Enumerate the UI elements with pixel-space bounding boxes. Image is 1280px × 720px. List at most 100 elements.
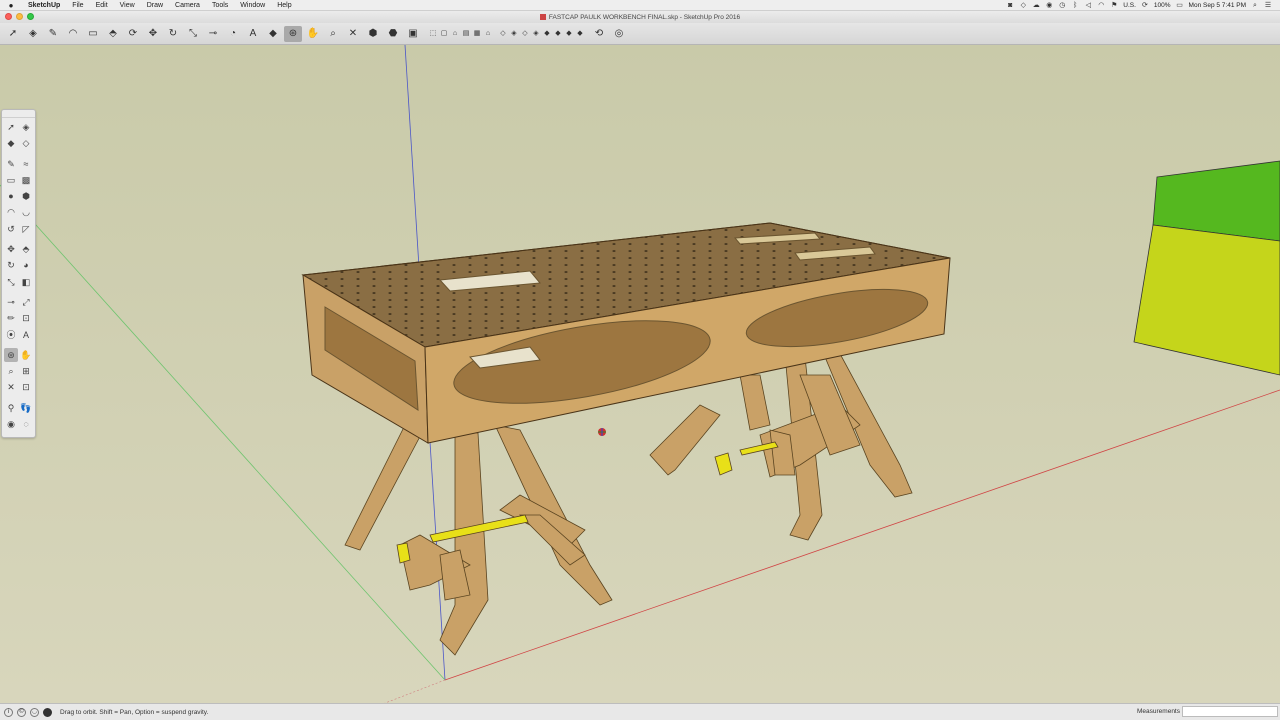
- palette-tool-13-0-icon[interactable]: ⊛: [4, 347, 18, 362]
- standard-view-button-3[interactable]: ▤: [461, 26, 471, 42]
- paint-bucket-tool-button[interactable]: ◆: [264, 26, 282, 42]
- palette-tool-11-1-icon[interactable]: ⊡: [19, 311, 33, 325]
- standard-view-button-1[interactable]: ▢: [439, 26, 449, 42]
- sync-icon[interactable]: ⟳: [1141, 2, 1149, 9]
- credits-icon[interactable]: ©: [17, 707, 26, 717]
- menu-edit[interactable]: Edit: [90, 0, 114, 11]
- maximize-window-button[interactable]: [27, 13, 34, 20]
- face-style-button-1[interactable]: ◈: [509, 26, 519, 42]
- geo-location-icon[interactable]: i: [4, 707, 13, 717]
- spotlight-icon[interactable]: ⌕: [1251, 2, 1259, 9]
- menu-draw[interactable]: Draw: [141, 0, 169, 11]
- measurements-input[interactable]: [1182, 706, 1278, 717]
- palette-tool-4-0-icon[interactable]: ●: [4, 189, 18, 203]
- palette-tool-17-1-icon[interactable]: ◌: [19, 417, 33, 431]
- dropbox-icon[interactable]: ◇: [1019, 2, 1027, 9]
- menu-file[interactable]: File: [66, 0, 89, 11]
- extension-warehouse-tool-button[interactable]: ⬣: [384, 26, 402, 42]
- tape-measure-tool-button[interactable]: ⊸: [204, 26, 222, 42]
- face-style-button-4[interactable]: ◆: [542, 26, 552, 42]
- palette-tool-2-1-icon[interactable]: ≈: [19, 157, 33, 171]
- palette-tool-12-0-icon[interactable]: ⦿: [4, 328, 18, 342]
- palette-tool-7-0-icon[interactable]: ✥: [4, 242, 18, 256]
- menu-app-name[interactable]: SketchUp: [22, 0, 66, 11]
- face-style-button-6[interactable]: ◆: [564, 26, 574, 42]
- arc-tool-button[interactable]: ◠: [64, 26, 82, 42]
- palette-tool-4-1-icon[interactable]: ⬢: [19, 189, 33, 203]
- palette-tool-2-0-icon[interactable]: ✎: [4, 157, 18, 171]
- bluetooth-icon[interactable]: ᛒ: [1071, 2, 1079, 9]
- volume-icon[interactable]: ◁: [1084, 2, 1092, 9]
- menu-window[interactable]: Window: [234, 0, 271, 11]
- standard-view-button-5[interactable]: ⌂: [483, 26, 493, 42]
- palette-tool-10-1-icon[interactable]: ⤢: [19, 295, 33, 309]
- palette-tool-9-0-icon[interactable]: ⤡: [4, 275, 18, 289]
- face-style-button-2[interactable]: ◇: [520, 26, 530, 42]
- palette-tool-1-0-icon[interactable]: ◆: [4, 136, 18, 150]
- flag-icon[interactable]: ⚑: [1110, 2, 1118, 9]
- protractor-tool-button[interactable]: ◔: [224, 26, 242, 42]
- eye-icon[interactable]: ◉: [1045, 2, 1053, 9]
- user-account-icon[interactable]: ◡: [30, 707, 39, 717]
- instructor-icon[interactable]: [43, 707, 52, 717]
- palette-tool-6-0-icon[interactable]: ↺: [4, 222, 18, 236]
- palette-tool-10-0-icon[interactable]: ⊸: [4, 295, 18, 309]
- palette-tool-11-0-icon[interactable]: ✏: [4, 311, 18, 325]
- palette-tool-14-0-icon[interactable]: ⌕: [4, 364, 18, 378]
- battery-percent[interactable]: 100%: [1154, 2, 1171, 9]
- text-tool-button[interactable]: A: [244, 26, 262, 42]
- cloud-icon[interactable]: ☁: [1032, 2, 1040, 9]
- pan-tool-button[interactable]: ✋: [304, 26, 322, 42]
- model-viewport[interactable]: [0, 45, 1280, 703]
- language-indicator[interactable]: U.S.: [1123, 2, 1136, 9]
- palette-tool-9-1-icon[interactable]: ◧: [19, 275, 33, 289]
- palette-tool-5-1-icon[interactable]: ◡: [19, 205, 33, 219]
- palette-tool-17-0-icon[interactable]: ◉: [4, 417, 18, 431]
- palette-tool-15-0-icon[interactable]: ✕: [4, 380, 18, 394]
- standard-view-button-2[interactable]: ⌂: [450, 26, 460, 42]
- close-window-button[interactable]: [5, 13, 12, 20]
- select-tool-button[interactable]: ➚: [4, 26, 22, 42]
- palette-tool-0-0-icon[interactable]: ➚: [4, 120, 18, 134]
- eraser-tool-button[interactable]: ◈: [24, 26, 42, 42]
- warehouse-tool-button[interactable]: ⬢: [364, 26, 382, 42]
- zoom-extents-tool-button[interactable]: ✕: [344, 26, 362, 42]
- scale-tool-button[interactable]: ⤡: [184, 26, 202, 42]
- apple-icon[interactable]: ●: [0, 1, 22, 10]
- standard-view-button-4[interactable]: ▦: [472, 26, 482, 42]
- layout-tool-button[interactable]: ▣: [404, 26, 422, 42]
- palette-tool-8-0-icon[interactable]: ↻: [4, 258, 18, 272]
- scene-canvas[interactable]: [0, 45, 1280, 703]
- extension-button-1[interactable]: ◎: [610, 26, 628, 42]
- menu-help[interactable]: Help: [271, 0, 297, 11]
- palette-tool-6-1-icon[interactable]: ◸: [19, 222, 33, 236]
- palette-tool-3-0-icon[interactable]: ▭: [4, 173, 18, 187]
- palette-tool-16-1-icon[interactable]: 👣: [19, 401, 33, 415]
- face-style-button-0[interactable]: ◇: [498, 26, 508, 42]
- push-pull-tool-button[interactable]: ⬘: [104, 26, 122, 42]
- minimize-window-button[interactable]: [16, 13, 23, 20]
- pencil-line-tool-button[interactable]: ✎: [44, 26, 62, 42]
- move-tool-button[interactable]: ✥: [144, 26, 162, 42]
- palette-tool-7-1-icon[interactable]: ⬘: [19, 242, 33, 256]
- orbit-tool-button[interactable]: ⊛: [284, 25, 302, 42]
- history-icon[interactable]: ◷: [1058, 2, 1066, 9]
- palette-grip[interactable]: [2, 110, 35, 118]
- menu-tools[interactable]: Tools: [206, 0, 234, 11]
- extension-button-0[interactable]: ⟲: [590, 26, 608, 42]
- face-style-button-5[interactable]: ◆: [553, 26, 563, 42]
- large-tool-set-palette[interactable]: ➚ ◈ ◆ ◇ ✎ ≈ ▭ ▩ ● ⬢ ◠ ◡ ↺ ◸ ✥ ⬘ ↻ ◕ ⤡ ◧ ⊸ ⤢ ✏ ⊡ ⦿ A ⊛ ✋ ⌕ ⊞ ✕ ⊡ ⚲ 👣 ◉ ◌: [1, 109, 36, 438]
- face-style-button-7[interactable]: ◆: [575, 26, 585, 42]
- menu-view[interactable]: View: [114, 0, 141, 11]
- screen-record-icon[interactable]: ◙: [1006, 2, 1014, 9]
- standard-view-button-0[interactable]: ⬚: [428, 26, 438, 42]
- palette-tool-15-1-icon[interactable]: ⊡: [19, 380, 33, 394]
- menu-clock[interactable]: Mon Sep 5 7:41 PM: [1189, 2, 1246, 9]
- palette-tool-0-1-icon[interactable]: ◈: [19, 120, 33, 134]
- palette-tool-14-1-icon[interactable]: ⊞: [19, 364, 33, 378]
- battery-icon[interactable]: ▭: [1176, 2, 1184, 9]
- menu-camera[interactable]: Camera: [169, 0, 206, 11]
- palette-tool-3-1-icon[interactable]: ▩: [19, 173, 33, 187]
- palette-tool-13-1-icon[interactable]: ✋: [19, 348, 33, 362]
- notification-center-icon[interactable]: ☰: [1264, 2, 1272, 9]
